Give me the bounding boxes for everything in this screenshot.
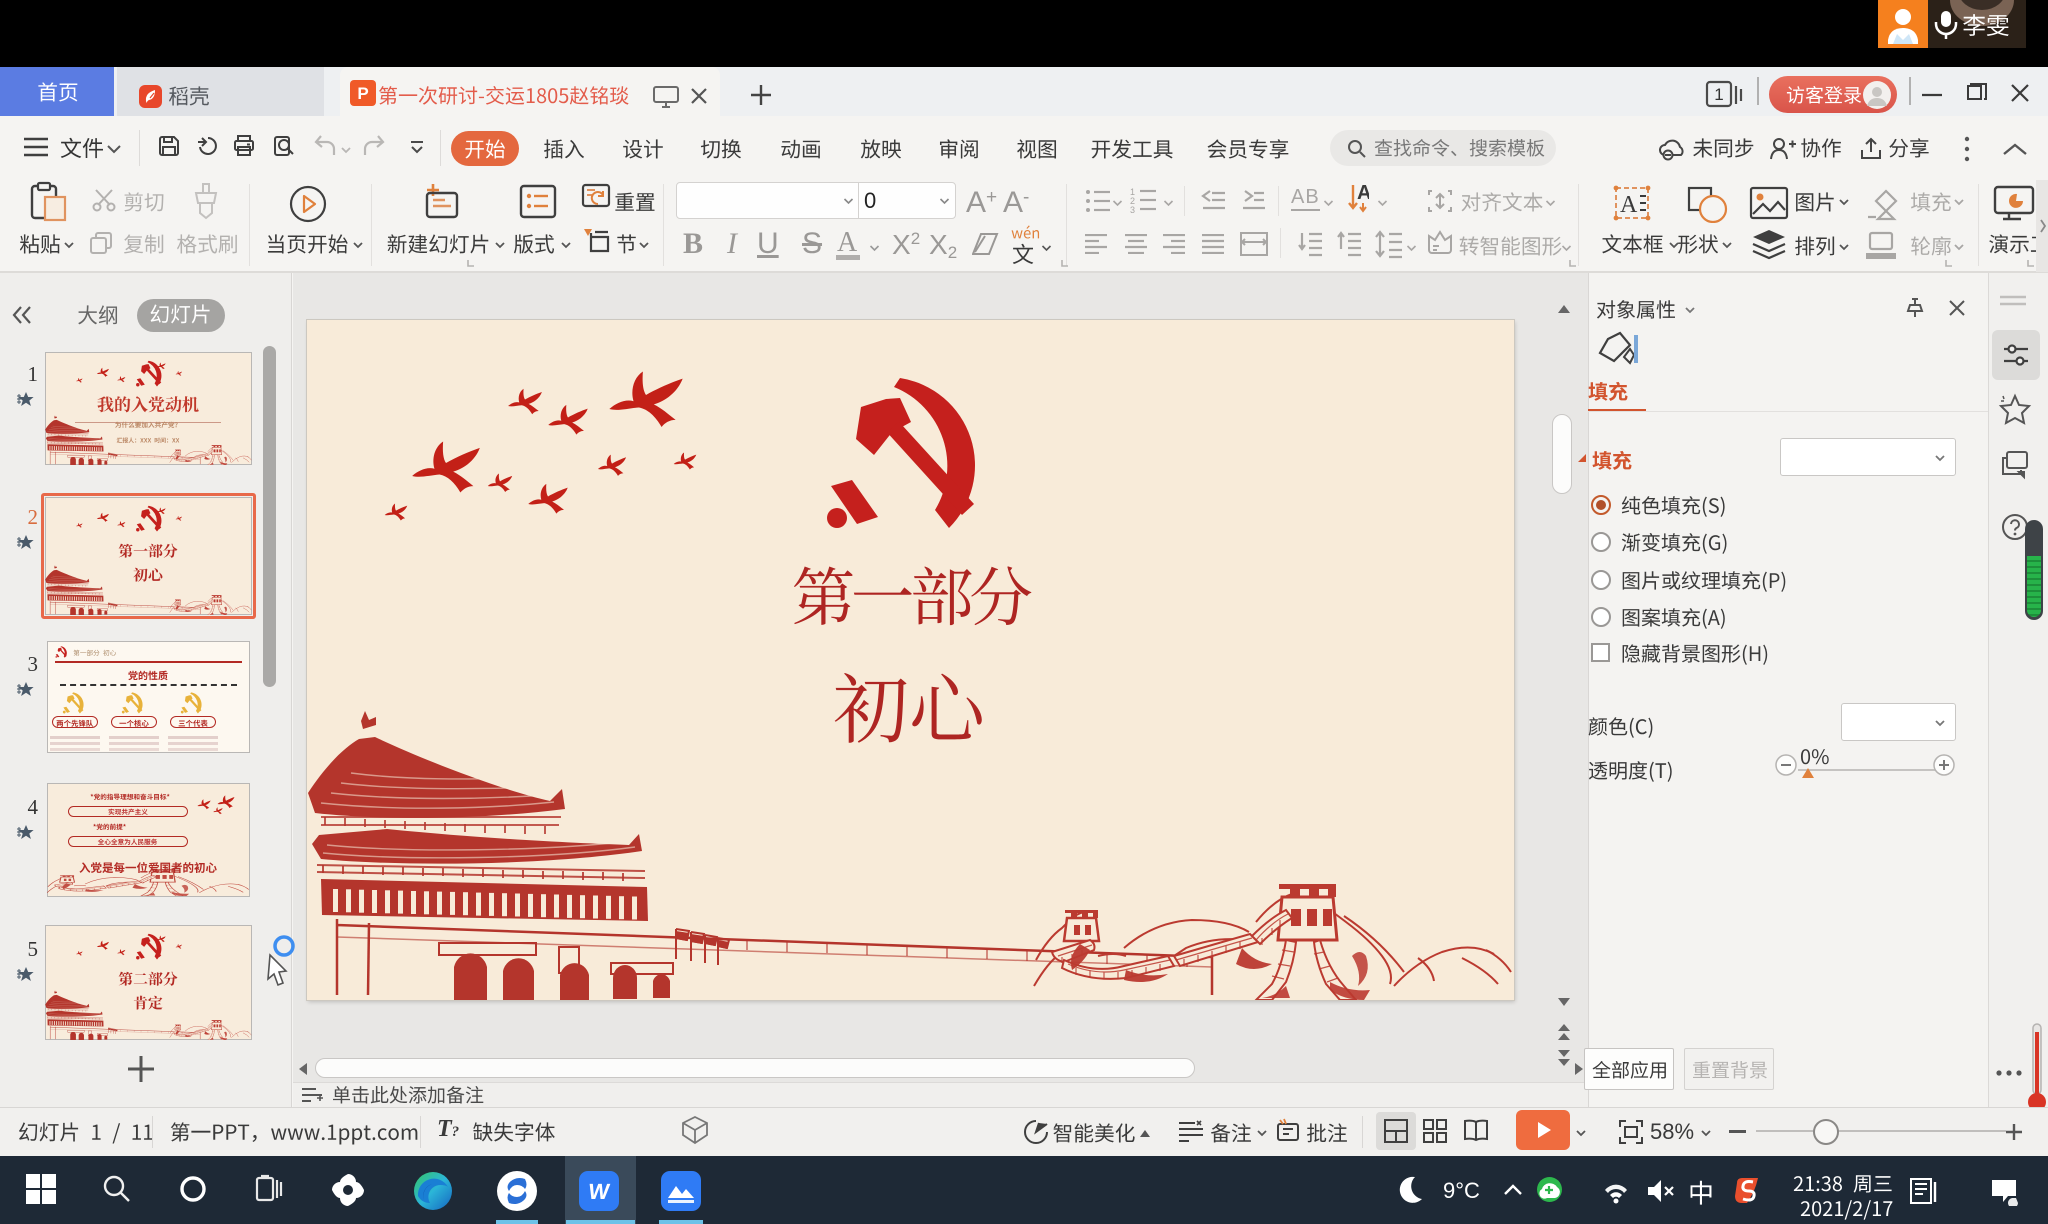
svg-text:A: A <box>1620 192 1638 218</box>
svg-text:A: A <box>1357 183 1369 204</box>
svg-text:W: W <box>587 1179 611 1204</box>
svg-text:P: P <box>357 84 368 103</box>
svg-text:1: 1 <box>1714 85 1723 104</box>
svg-text:3: 3 <box>1130 205 1135 214</box>
